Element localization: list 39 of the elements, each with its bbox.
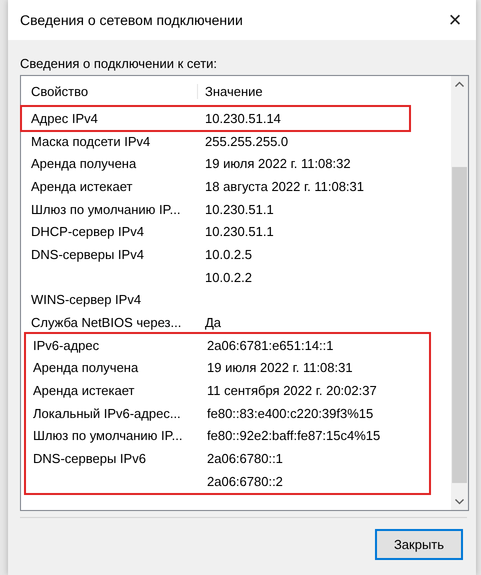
column-header[interactable]: Значение	[198, 84, 263, 99]
property-name: WINS-сервер IPv4	[30, 292, 142, 308]
property-value: 10.230.51.14	[204, 110, 281, 126]
property-name: Аренда истекает	[32, 383, 136, 398]
property-value: 19 июля 2022 г. 11:08:31	[206, 360, 353, 376]
property-name: Маска подсети IPv4	[30, 134, 152, 149]
property-value: 2a06:6781:e651:14::1	[206, 338, 334, 353]
property-value: 255.255.255.0	[204, 134, 288, 149]
scrollbar[interactable]	[451, 76, 468, 510]
property-value: 10.230.51.1	[204, 224, 274, 240]
column-header[interactable]: Свойство	[24, 84, 198, 99]
property-value: Да	[204, 315, 222, 330]
property-value: fe80::92e2:baff:fe87:15c4%15	[206, 428, 380, 444]
window-title: Сведения о сетевом подключении	[20, 12, 243, 28]
property-value: 11 сентября 2022 г. 20:02:37	[206, 383, 377, 398]
property-name: Аренда истекает	[30, 178, 134, 194]
scrollbar-thumb[interactable]	[452, 167, 467, 483]
property-value: 2a06:6780::2	[206, 474, 283, 489]
property-value: 10.0.2.2	[204, 270, 252, 285]
property-name: DNS-серверы IPv6	[32, 451, 147, 466]
section-label: Сведения о подключении к сети:	[20, 56, 218, 71]
property-name: Шлюз по умолчанию IP...	[32, 428, 184, 444]
property-name: DNS-серверы IPv4	[30, 246, 145, 262]
property-name: Адрес IPv4	[30, 110, 99, 126]
property-value: 10.230.51.1	[204, 202, 274, 217]
property-name: IPv6-адрес	[32, 338, 100, 353]
property-name: Служба NetBIOS через...	[30, 315, 182, 330]
property-value: fe80::83:e400:c220:39f3%15	[206, 406, 374, 421]
property-name: Аренда получена	[30, 156, 138, 172]
property-value: 19 июля 2022 г. 11:08:32	[204, 156, 351, 172]
close-button[interactable]: ×	[440, 7, 470, 33]
property-name: DHCP-сервер IPv4	[30, 224, 145, 240]
property-name: Локальный IPv6-адрес...	[32, 406, 182, 421]
property-name: Аренда получена	[32, 360, 140, 376]
close-dialog-button[interactable]: Закрыть	[375, 529, 463, 560]
property-value: 2a06:6780::1	[206, 451, 283, 466]
property-name: Шлюз по умолчанию IP...	[30, 202, 182, 217]
property-value: 18 августа 2022 г. 11:08:31	[204, 178, 364, 194]
property-value: 10.0.2.5	[204, 246, 252, 262]
